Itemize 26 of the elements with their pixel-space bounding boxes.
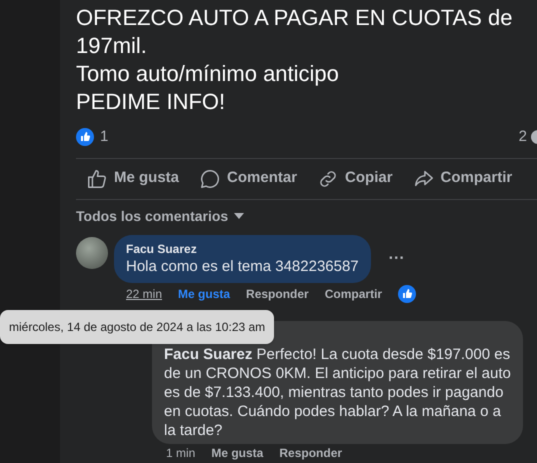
reply-action-link[interactable]: Me gusta (211, 446, 264, 460)
comments-filter-dropdown[interactable]: Todos los comentarios (76, 206, 244, 226)
post-action-button[interactable]: Copiar (317, 167, 393, 190)
caret-icon (234, 213, 244, 219)
post-action-button[interactable]: Comentar (199, 167, 298, 190)
comment-count[interactable]: 2 (518, 126, 527, 148)
reply-text: Facu Suarez Perfecto! La cuota desde $197.000 es de un CRONOS 0KM. El anticipo para retirar el auto es de $7.133.400, mientras tanto podes ir pagando en cuotas. Cuándo podes hablar? A la mañana o a la tarde? (164, 344, 511, 440)
reply-action-link[interactable]: Responder (279, 446, 342, 460)
comment-action-link[interactable]: Responder (246, 284, 309, 302)
post-action-button[interactable]: Compartir (412, 167, 512, 190)
timestamp-tooltip: miércoles, 14 de agosto de 2024 a las 10:23 am (0, 310, 274, 344)
like-reaction-icon (76, 128, 94, 146)
speech-bubble-icon (199, 168, 222, 190)
comment-text: Hola como es el tema 3482236587 (126, 256, 359, 276)
reply-time[interactable]: 1 min (166, 446, 196, 460)
post-action-button[interactable]: Me gusta (86, 167, 180, 190)
comment-action-link[interactable]: Compartir (324, 284, 382, 302)
comment-author[interactable]: Facu Suarez (126, 240, 359, 256)
more-options-button[interactable]: ··· (388, 246, 405, 270)
comment-action-link[interactable]: Me gusta (178, 284, 230, 302)
like-reaction-icon (398, 284, 416, 302)
avatar[interactable] (76, 236, 108, 268)
comment-time[interactable]: 22 min (126, 284, 162, 302)
like-count[interactable]: 1 (100, 126, 108, 148)
post-title: OFREZCO AUTO A PAGAR EN CUOTAS de 197mil. Tomo auto/mínimo anticipo PEDIME INFO! (76, 4, 514, 116)
thumbs-up-icon (86, 168, 108, 190)
